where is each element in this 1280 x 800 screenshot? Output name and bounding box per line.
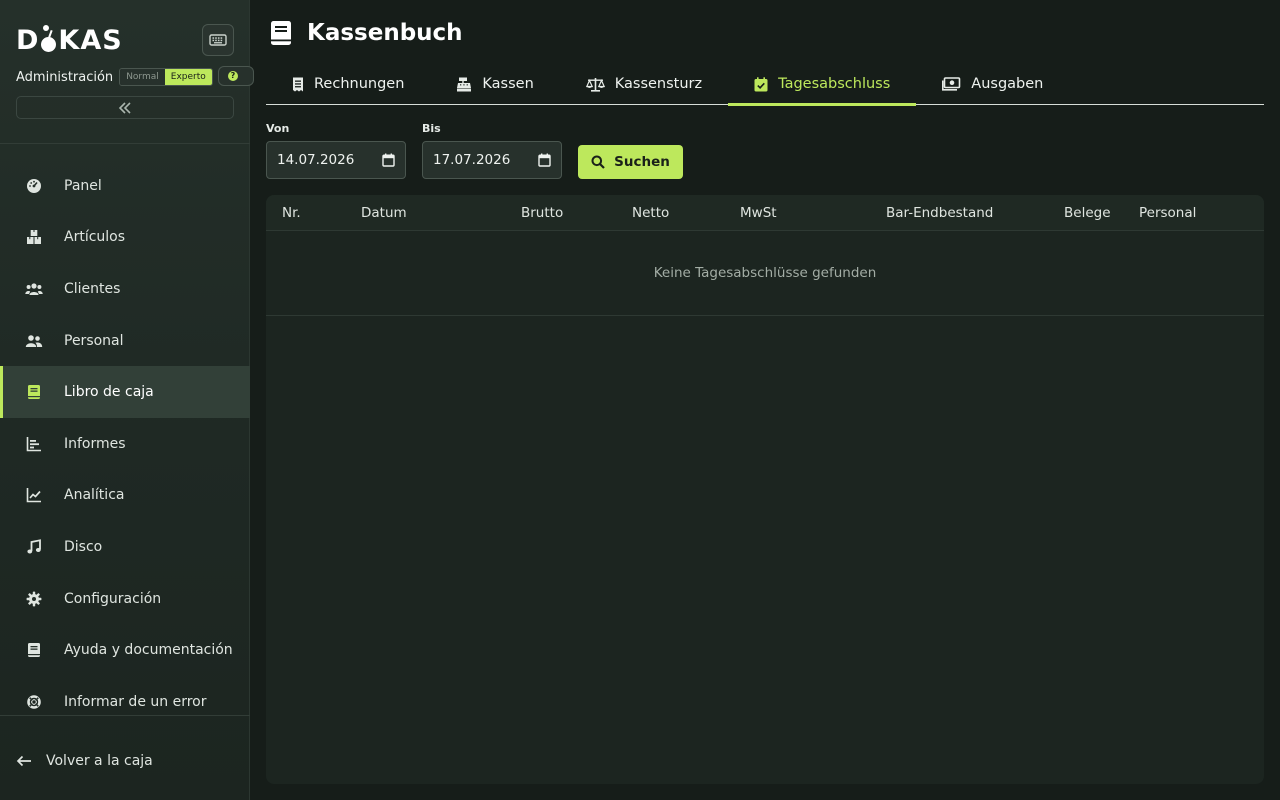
receipt-icon	[292, 77, 304, 92]
tab-label: Rechnungen	[314, 76, 405, 92]
table-header: Nr. Datum Brutto Netto MwSt Bar-Endbesta…	[266, 195, 1264, 231]
tab-tagesabschluss[interactable]: Tagesabschluss	[728, 64, 917, 106]
calendar-check-icon	[754, 76, 768, 92]
brand-letters-start: D	[16, 24, 40, 56]
scale-icon	[585, 77, 605, 92]
music-note-icon	[24, 537, 44, 557]
brand-wordmark: D KAS	[16, 25, 123, 56]
mode-toggle: Normal Experto	[119, 68, 213, 86]
money-bill-icon	[942, 77, 961, 91]
main-content: Kassenbuch Rechnungen Kassen Kassensturz…	[251, 0, 1280, 800]
daily-closing-table: Nr. Datum Brutto Netto MwSt Bar-Endbesta…	[266, 195, 1264, 784]
sidebar-item-label: Informes	[64, 435, 126, 452]
book-icon	[24, 382, 44, 402]
book-icon	[271, 21, 291, 45]
cash-register-icon	[456, 77, 472, 92]
admin-row: Administración Normal Experto	[16, 67, 213, 87]
brand-letters-end: KAS	[58, 24, 123, 56]
empty-state-message: Keine Tagesabschlüsse gefunden	[266, 231, 1264, 316]
sidebar-item-libro-de-caja[interactable]: Libro de caja	[0, 366, 250, 418]
to-date-input[interactable]: 17.07.2026	[422, 141, 562, 179]
tab-bar: Rechnungen Kassen Kassensturz Tagesabsch…	[266, 64, 1264, 106]
sidebar-item-panel[interactable]: Panel	[0, 160, 250, 212]
sidebar-nav: Panel Artículos Clientes Personal Libro …	[0, 160, 250, 728]
column-header-brutto[interactable]: Brutto	[521, 195, 563, 231]
admin-label: Administración	[16, 69, 114, 85]
sidebar-item-personal[interactable]: Personal	[0, 315, 250, 367]
mode-expert-option[interactable]: Experto	[164, 69, 212, 85]
tab-ausgaben[interactable]: Ausgaben	[916, 64, 1069, 104]
tab-kassen[interactable]: Kassen	[430, 64, 559, 104]
column-header-personal[interactable]: Personal	[1139, 195, 1196, 231]
gauge-icon	[24, 176, 44, 196]
user-group-icon	[24, 331, 44, 351]
search-button-label: Suchen	[614, 154, 670, 170]
page-title: Kassenbuch	[307, 20, 463, 46]
page-header: Kassenbuch	[269, 18, 463, 48]
sidebar-item-informar-error[interactable]: Informar de un error	[0, 676, 250, 728]
calendar-icon[interactable]	[538, 153, 551, 167]
line-chart-icon	[24, 485, 44, 505]
lifebuoy-icon	[24, 692, 44, 712]
sidebar: D KAS Administración Normal Experto ? Pa…	[0, 0, 254, 800]
sidebar-item-clientes[interactable]: Clientes	[0, 263, 250, 315]
keyboard-button[interactable]	[202, 24, 234, 56]
users-icon	[24, 279, 44, 299]
mode-normal-option[interactable]: Normal	[120, 69, 165, 85]
tab-rechnungen[interactable]: Rechnungen	[266, 64, 430, 104]
from-date-value: 14.07.2026	[277, 152, 355, 168]
boxes-icon	[24, 227, 44, 247]
column-header-bar-endbestand[interactable]: Bar-Endbestand	[886, 195, 993, 231]
from-date-input[interactable]: 14.07.2026	[266, 141, 406, 179]
sidebar-item-label: Personal	[64, 332, 124, 349]
sidebar-item-label: Configuración	[64, 590, 162, 607]
back-to-register-link[interactable]: Volver a la caja	[16, 750, 153, 772]
sidebar-divider	[0, 143, 250, 144]
column-header-nr[interactable]: Nr.	[282, 195, 301, 231]
sidebar-item-informes[interactable]: Informes	[0, 418, 250, 470]
column-header-mwst[interactable]: MwSt	[740, 195, 777, 231]
bar-chart-icon	[24, 434, 44, 454]
collapse-sidebar-button[interactable]	[16, 96, 234, 119]
column-header-belege[interactable]: Belege	[1064, 195, 1111, 231]
search-icon	[591, 155, 605, 169]
sidebar-item-ayuda[interactable]: Ayuda y documentación	[0, 624, 250, 676]
sidebar-item-disco[interactable]: Disco	[0, 521, 250, 573]
tab-label: Kassen	[482, 76, 534, 92]
brand-mark-icon	[40, 25, 57, 55]
sidebar-item-label: Panel	[64, 177, 102, 194]
arrow-left-icon	[16, 755, 32, 767]
sidebar-item-label: Libro de caja	[64, 384, 154, 401]
sidebar-item-configuracion[interactable]: Configuración	[0, 573, 250, 625]
help-button[interactable]: ?	[218, 66, 254, 86]
sidebar-item-articulos[interactable]: Artículos	[0, 212, 250, 264]
chevrons-left-icon	[118, 101, 131, 114]
sidebar-item-label: Clientes	[64, 280, 121, 297]
gear-icon	[24, 589, 44, 609]
sidebar-divider	[0, 715, 250, 716]
back-to-register-label: Volver a la caja	[46, 753, 153, 769]
tab-label: Ausgaben	[971, 76, 1044, 92]
from-date-label: Von	[266, 122, 290, 135]
sidebar-item-analitica[interactable]: Analítica	[0, 470, 250, 522]
tab-kassensturz[interactable]: Kassensturz	[560, 64, 728, 104]
docs-icon	[24, 640, 44, 660]
sidebar-item-label: Ayuda y documentación	[64, 642, 233, 659]
to-date-label: Bis	[422, 122, 441, 135]
sidebar-item-label: Informar de un error	[64, 693, 207, 710]
tab-label: Tagesabschluss	[778, 76, 891, 92]
column-header-datum[interactable]: Datum	[361, 195, 407, 231]
search-button[interactable]: Suchen	[578, 145, 683, 179]
to-date-value: 17.07.2026	[433, 152, 511, 168]
column-header-netto[interactable]: Netto	[632, 195, 669, 231]
sidebar-item-label: Disco	[64, 538, 103, 555]
keyboard-icon	[209, 34, 227, 46]
sidebar-item-label: Artículos	[64, 229, 126, 246]
sidebar-item-label: Analítica	[64, 487, 125, 504]
calendar-icon[interactable]	[382, 153, 395, 167]
brand-logo[interactable]: D KAS	[16, 24, 123, 56]
tab-label: Kassensturz	[614, 76, 703, 92]
question-icon: ?	[228, 71, 238, 81]
